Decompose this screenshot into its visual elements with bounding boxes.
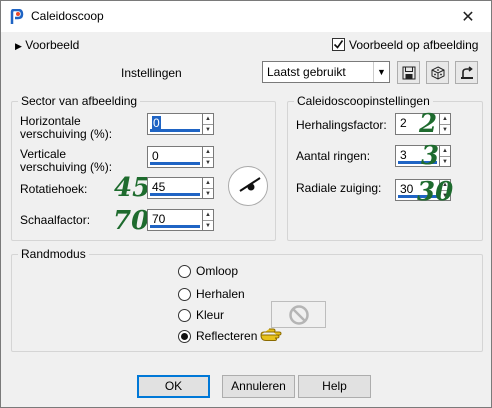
arrow-down-icon[interactable]: ▼ [203,220,213,231]
sector-group-title: Sector van afbeelding [18,94,141,108]
arrow-up-icon[interactable]: ▲ [203,114,213,124]
radio-button-icon [178,264,191,278]
radio-button-selected-icon [178,329,191,343]
horizontal-offset-input[interactable]: 0 [147,113,203,135]
scale-underline [150,225,200,228]
horizontal-offset-underline [150,129,200,132]
scale-input[interactable]: 70 [147,209,203,231]
rings-annotation: 3 [421,141,440,171]
settings-label: Instellingen [121,66,182,80]
arrow-down-icon[interactable]: ▼ [440,124,450,135]
vertical-offset-label-1: Verticale [20,147,67,161]
app-icon [10,9,24,24]
save-preset-button[interactable] [397,61,420,84]
color-swatch[interactable] [271,301,326,328]
vertical-offset-input[interactable]: 0 [147,146,203,168]
preview-toggle[interactable]: ▶ Voorbeeld [15,38,79,52]
arrow-down-icon[interactable]: ▼ [440,156,450,167]
pointing-hand-icon [260,328,282,341]
rings-label: Aantal ringen: [296,149,371,163]
dial-needle-icon [239,177,261,192]
cancel-button[interactable]: Annuleren [222,375,295,398]
rotation-spinner[interactable]: 45 ▲ ▼ [147,177,214,199]
arrow-down-icon[interactable]: ▼ [203,188,213,199]
vertical-offset-arrows[interactable]: ▲ ▼ [203,146,214,168]
triangle-right-icon: ▶ [15,41,22,51]
horizontal-offset-label-2: verschuiving (%): [20,127,113,141]
radio-reflect-label: Reflecteren [196,329,258,343]
radio-wrap-label: Omloop [196,264,239,278]
chevron-down-icon[interactable]: ▼ [373,62,389,82]
preview-toggle-label: Voorbeeld [25,38,80,52]
scale-spinner[interactable]: 70 ▲ ▼ [147,209,214,231]
scale-value: 70 [152,212,166,226]
checkmark-icon [333,40,344,49]
radial-suction-label: Radiale zuiging: [296,181,382,195]
radio-button-icon [178,308,191,322]
arrow-down-icon[interactable]: ▼ [203,157,213,168]
vertical-offset-underline [150,162,200,165]
horizontal-offset-value: 0 [152,116,161,130]
rotation-value: 45 [152,180,166,194]
repeat-factor-label: Herhalingsfactor: [296,118,387,132]
arrow-down-icon[interactable]: ▼ [203,124,213,135]
window-title: Caleidoscoop [31,9,104,23]
scale-arrows[interactable]: ▲ ▼ [203,209,214,231]
rotation-dial[interactable] [228,166,268,206]
repeat-factor-arrows[interactable]: ▲ ▼ [440,113,451,135]
radio-repeat-label: Herhalen [196,287,245,301]
horizontal-offset-arrows[interactable]: ▲ ▼ [203,113,214,135]
rotation-annotation: 45 [114,173,151,203]
repeat-factor-value: 2 [400,116,407,130]
ok-button[interactable]: OK [137,375,210,398]
dice-icon [431,65,444,80]
preset-select-value: Laatst gebruikt [267,65,346,79]
disabled-icon [288,304,309,325]
radio-button-icon [178,287,191,301]
reset-button[interactable] [455,61,478,84]
preview-checkbox-label: Voorbeeld op afbeelding [349,38,479,52]
radio-color[interactable]: Kleur [178,308,224,322]
repeat-factor-annotation: 2 [419,109,438,139]
vertical-offset-label-2: verschuiving (%): [20,160,113,174]
arrow-up-icon[interactable]: ▲ [440,146,450,156]
edge-mode-group-title: Randmodus [18,247,89,261]
arrow-up-icon[interactable]: ▲ [203,147,213,157]
reset-icon [460,65,473,79]
scale-label: Schaalfactor: [20,213,91,227]
rings-value: 3 [400,148,407,162]
radio-wrap[interactable]: Omloop [178,264,238,278]
radial-suction-value: 30 [400,182,414,196]
dialog-window: Caleidoscoop ✕ ▶ Voorbeeld Voorbeeld op … [0,0,492,408]
arrow-up-icon[interactable]: ▲ [440,114,450,124]
vertical-offset-value: 0 [152,149,159,163]
rotation-arrows[interactable]: ▲ ▼ [203,177,214,199]
preset-select[interactable]: Laatst gebruikt ▼ [262,61,390,83]
rings-arrows[interactable]: ▲ ▼ [440,145,451,167]
rotation-underline [150,193,200,196]
close-button[interactable]: ✕ [445,1,491,32]
kaleidoscope-group-title: Caleidoscoopinstellingen [294,94,433,108]
preview-checkbox[interactable] [332,38,345,51]
floppy-disk-icon [402,66,415,79]
close-icon: ✕ [461,8,475,26]
horizontal-offset-spinner[interactable]: 0 ▲ ▼ [147,113,214,135]
horizontal-offset-label-1: Horizontale [20,114,81,128]
title-bar: Caleidoscoop ✕ [1,1,491,32]
vertical-offset-spinner[interactable]: 0 ▲ ▼ [147,146,214,168]
radio-repeat[interactable]: Herhalen [178,287,245,301]
radio-color-label: Kleur [196,308,225,322]
scale-annotation: 70 [113,206,150,236]
randomize-button[interactable] [426,61,449,84]
rotation-label: Rotatiehoek: [20,182,88,196]
radio-reflect[interactable]: Reflecteren [178,329,257,343]
arrow-up-icon[interactable]: ▲ [203,210,213,220]
arrow-up-icon[interactable]: ▲ [203,178,213,188]
help-button[interactable]: Help [298,375,371,398]
rotation-input[interactable]: 45 [147,177,203,199]
radial-suction-annotation: 30 [417,177,454,207]
